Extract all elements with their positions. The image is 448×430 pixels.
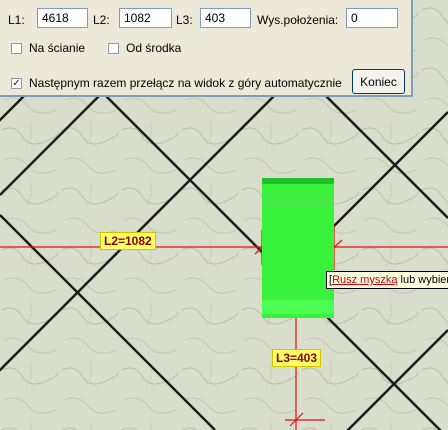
height-input[interactable] (346, 8, 398, 28)
l1-input[interactable] (37, 8, 88, 28)
l3-dimension-label: L3=403 (272, 349, 322, 367)
auto-switch-label: Następnym razem przełącz na widok z góry… (29, 76, 342, 90)
on-wall-label: Na ścianie (29, 41, 86, 55)
l2-input[interactable] (119, 8, 172, 28)
l3-label: L3: (176, 13, 193, 27)
l2-label: L2: (93, 13, 110, 27)
height-label: Wys.położenia: (257, 13, 339, 27)
tooltip-action: Rusz myszką (332, 274, 398, 286)
l1-label: L1: (8, 13, 25, 27)
l3-input[interactable] (200, 8, 251, 28)
l2-dimension-label: L2=1082 (100, 232, 156, 250)
hint-tooltip: [Rusz myszką lub wybierz (326, 271, 448, 289)
end-button[interactable]: Koniec (352, 69, 405, 94)
from-center-checkbox[interactable] (108, 43, 119, 54)
tooltip-rest: lub wybierz (400, 274, 448, 286)
placement-toolbar: L1: L2: L3: Wys.położenia: Na ścianie Od… (0, 0, 413, 97)
from-center-label: Od środka (126, 41, 182, 55)
on-wall-checkbox[interactable] (11, 43, 22, 54)
placed-object[interactable] (262, 178, 334, 318)
auto-switch-checkbox[interactable]: ✓ (11, 78, 22, 89)
